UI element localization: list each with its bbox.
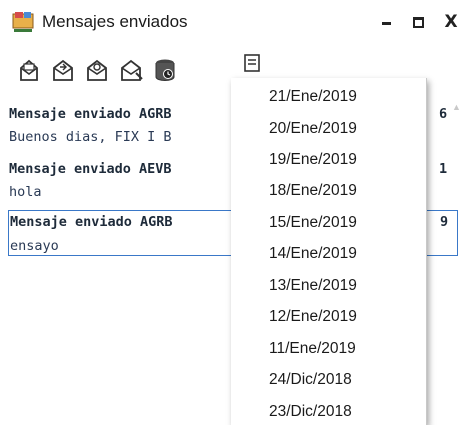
message-subject: Mensaje enviado AGRB	[10, 214, 173, 230]
minimize-button[interactable]	[376, 11, 398, 33]
message-subject: Mensaje enviado AEVB	[9, 161, 172, 177]
message-preview: Buenos dias, FIX I B	[9, 129, 172, 145]
date-menu-item[interactable]: 21/Ene/2019	[231, 81, 426, 113]
database-button[interactable]	[151, 56, 179, 84]
database-icon	[155, 59, 175, 81]
date-menu-item[interactable]: 11/Ene/2019	[231, 333, 426, 365]
window-title: Mensajes enviados	[42, 12, 188, 31]
mail-reply-icon	[53, 59, 73, 81]
date-menu-item[interactable]: 23/Dic/2018	[231, 396, 426, 425]
date-filter-icon	[244, 54, 260, 72]
date-menu-item[interactable]: 14/Ene/2019	[231, 238, 426, 270]
message-subject-tail: 6	[439, 106, 448, 122]
open-message-button[interactable]	[117, 56, 145, 84]
date-menu-item[interactable]: 20/Ene/2019	[231, 113, 426, 145]
date-menu-item[interactable]: 13/Ene/2019	[231, 270, 426, 302]
mail-open-icon	[121, 59, 143, 81]
print-message-icon	[20, 59, 38, 81]
title-bar: Mensajes enviados X	[0, 0, 471, 42]
date-menu-item[interactable]: 18/Ene/2019	[231, 175, 426, 207]
close-button[interactable]: X	[440, 11, 462, 33]
app-icon	[12, 12, 34, 32]
print-message-button[interactable]	[15, 56, 43, 84]
message-preview: hola	[9, 184, 42, 200]
date-menu-item[interactable]: 12/Ene/2019	[231, 301, 426, 333]
mail-forward-icon	[87, 59, 107, 81]
message-subject-tail: 1	[439, 161, 448, 177]
date-menu-item[interactable]: 19/Ene/2019	[231, 144, 426, 176]
date-menu-item[interactable]: 24/Dic/2018	[231, 364, 426, 396]
date-filter-button[interactable]	[239, 50, 267, 78]
maximize-button[interactable]	[408, 11, 430, 33]
message-subject: Mensaje enviado AGRB	[9, 106, 172, 122]
forward-button[interactable]	[83, 56, 111, 84]
date-menu-item[interactable]: 15/Ene/2019	[231, 207, 426, 239]
message-preview: ensayo	[10, 238, 59, 254]
reply-button[interactable]	[49, 56, 77, 84]
date-dropdown-menu: 21/Ene/2019 20/Ene/2019 19/Ene/2019 18/E…	[231, 78, 427, 425]
scroll-up-arrow-icon[interactable]: ▲	[452, 102, 461, 112]
message-subject-tail: 9	[440, 214, 449, 230]
